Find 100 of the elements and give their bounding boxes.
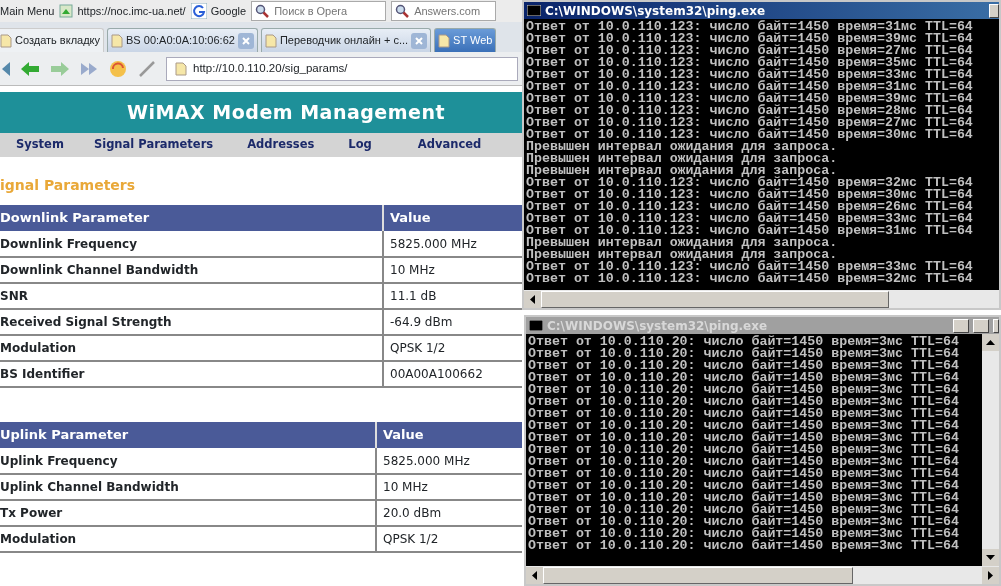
console-line: Ответ от 10.0.110.20: число байт=1450 время=3мс TTL=64 bbox=[528, 456, 960, 468]
nav-link[interactable]: Log bbox=[348, 136, 372, 154]
close-button[interactable] bbox=[993, 318, 999, 333]
window-title: C:\WINDOWS\system32\ping.exe bbox=[526, 317, 999, 334]
console-line: Ответ от 10.0.110.123: число байт=1450 время=27мс TTL=64 bbox=[526, 45, 974, 57]
nav-link[interactable]: Addresses bbox=[247, 136, 315, 154]
console-line: Превышен интервал ожидания для запроса. bbox=[526, 165, 838, 177]
console-line: Ответ от 10.0.110.20: число байт=1450 время=3мс TTL=64 bbox=[528, 348, 960, 360]
console-line: Ответ от 10.0.110.123: число байт=1450 время=32мс TTL=64 bbox=[526, 273, 974, 285]
console-line: Ответ от 10.0.110.123: число байт=1450 время=33мс TTL=64 bbox=[526, 213, 974, 225]
console-line: Ответ от 10.0.110.20: число байт=1450 время=3мс TTL=64 bbox=[528, 360, 960, 372]
console-line: Ответ от 10.0.110.20: число байт=1450 время=3мс TTL=64 bbox=[528, 432, 960, 444]
console-line: Ответ от 10.0.110.123: число байт=1450 время=35мс TTL=64 bbox=[526, 57, 974, 69]
console-line: Ответ от 10.0.110.20: число байт=1450 время=3мс TTL=64 bbox=[528, 444, 960, 456]
page-icon bbox=[175, 61, 187, 76]
fast-forward-icon[interactable] bbox=[80, 60, 98, 77]
table-cell: Uplink Channel Bandwidth bbox=[0, 474, 376, 500]
console-line: Ответ от 10.0.110.20: число байт=1450 время=3мс TTL=64 bbox=[528, 420, 960, 432]
scrollbar[interactable] bbox=[524, 290, 999, 308]
console-line: Ответ от 10.0.110.123: число байт=1450 время=31мс TTL=64 bbox=[526, 225, 974, 237]
close-icon bbox=[415, 36, 424, 45]
browser-tab[interactable]: Создать вкладку bbox=[0, 28, 105, 52]
nav-link[interactable]: System bbox=[16, 136, 64, 154]
browser-tab[interactable]: BS 00:A0:0A:10:06:62 bbox=[107, 28, 258, 52]
back-arrow-icon[interactable] bbox=[20, 60, 40, 77]
table-cell: Received Signal Strength bbox=[0, 309, 383, 335]
console-line: Ответ от 10.0.110.123: число байт=1450 время=33мс TTL=64 bbox=[526, 69, 974, 81]
console-line: Ответ от 10.0.110.20: число байт=1450 время=3мс TTL=64 bbox=[528, 336, 960, 348]
search-icon bbox=[255, 4, 270, 18]
console-line: Ответ от 10.0.110.20: число байт=1450 время=3мс TTL=64 bbox=[528, 480, 960, 492]
console-line: Превышен интервал ожидания для запроса. bbox=[526, 153, 839, 165]
console-line: Ответ от 10.0.110.123: число байт=1450 время=26мс TTL=64 bbox=[526, 201, 974, 213]
console-line: Ответ от 10.0.110.20: число байт=1450 время=3мс TTL=64 bbox=[528, 396, 960, 408]
console-line: Ответ от 10.0.110.20: число байт=1450 время=3мс TTL=64 bbox=[528, 540, 960, 552]
scrollbar[interactable] bbox=[526, 566, 999, 584]
table-cell: Uplink Frequency bbox=[0, 448, 376, 474]
console-line: Ответ от 10.0.110.20: число байт=1450 время=3мс TTL=64 bbox=[528, 408, 960, 420]
browser-tab[interactable]: ST Web bbox=[434, 28, 497, 52]
scrollbar-thumb[interactable] bbox=[543, 566, 853, 584]
console-icon bbox=[529, 320, 543, 331]
table-cell: BS Identifier bbox=[0, 361, 383, 387]
console-line: Превышен интервал ожидания для запроса. bbox=[526, 141, 838, 153]
column-header: Uplink Parameter bbox=[0, 422, 376, 448]
minimize-button[interactable] bbox=[989, 3, 999, 18]
search-field[interactable]: Поиск в Opera bbox=[251, 1, 387, 21]
console-icon bbox=[527, 5, 541, 16]
page-header: WiMAX Modem Management bbox=[0, 92, 522, 133]
console-line: Ответ от 10.0.110.123: число байт=1450 время=30мс TTL=64 bbox=[526, 129, 974, 141]
console-line: Ответ от 10.0.110.123: число байт=1450 время=30мс TTL=64 bbox=[526, 189, 974, 201]
scrollbar-thumb[interactable] bbox=[541, 290, 889, 308]
nav-link[interactable]: Signal Parameters bbox=[93, 136, 214, 154]
pen-icon[interactable] bbox=[138, 59, 156, 78]
console-line: Ответ от 10.0.110.123: число байт=1450 время=31мс TTL=64 bbox=[526, 21, 974, 33]
page-icon bbox=[111, 33, 124, 48]
minimize-button[interactable] bbox=[953, 318, 969, 333]
console-line: Ответ от 10.0.110.20: число байт=1450 время=3мс TTL=64 bbox=[528, 528, 960, 540]
page-icon bbox=[264, 33, 277, 48]
console-line: Превышен интервал ожидания для запроса. bbox=[526, 249, 838, 261]
table-cell: Modulation bbox=[0, 335, 383, 361]
browser-tab[interactable]: Переводчик онлайн + с... bbox=[260, 28, 432, 52]
search-field[interactable]: Answers.com bbox=[391, 1, 497, 21]
console-line: Ответ от 10.0.110.20: число байт=1450 время=3мс TTL=64 bbox=[528, 384, 960, 396]
console-line: Ответ от 10.0.110.123: число байт=1450 время=27мс TTL=64 bbox=[526, 117, 974, 129]
reload-icon[interactable] bbox=[108, 58, 128, 79]
address-bar[interactable]: http://10.0.110.20/sig_params/ bbox=[166, 56, 518, 81]
console-line: Ответ от 10.0.110.20: число байт=1450 время=3мс TTL=64 bbox=[528, 468, 960, 480]
console-line: Ответ от 10.0.110.123: число байт=1450 время=32мс TTL=64 bbox=[526, 177, 974, 189]
scrollbar[interactable] bbox=[982, 334, 999, 566]
console-line: Ответ от 10.0.110.123: число байт=1450 время=31мс TTL=64 bbox=[526, 81, 974, 93]
bookmark-link[interactable]: https://noc.imc-ua.net/ bbox=[59, 2, 186, 20]
table-cell: SNR bbox=[0, 283, 383, 309]
close-icon bbox=[241, 36, 250, 45]
console-line: Ответ от 10.0.110.20: число байт=1450 время=3мс TTL=64 bbox=[528, 492, 960, 504]
nav-link[interactable]: Advanced bbox=[417, 136, 482, 154]
console-line: Ответ от 10.0.110.123: число байт=1450 время=39мс TTL=64 bbox=[526, 93, 974, 105]
table-cell: Downlink Channel Bandwidth bbox=[0, 257, 383, 283]
page-icon bbox=[438, 33, 451, 48]
column-header: Value bbox=[376, 422, 522, 448]
bookmark-link[interactable]: Google bbox=[190, 2, 247, 20]
column-header: Downlink Parameter bbox=[0, 205, 383, 231]
search-icon bbox=[395, 4, 410, 18]
console-line: Ответ от 10.0.110.123: число байт=1450 время=28мс TTL=64 bbox=[526, 105, 974, 117]
console-line: Ответ от 10.0.110.20: число байт=1450 время=3мс TTL=64 bbox=[528, 504, 960, 516]
page-icon bbox=[59, 4, 74, 18]
table-cell: Modulation bbox=[0, 526, 376, 552]
column-header: Value bbox=[383, 205, 522, 231]
console-line: Превышен интервал ожидания для запроса. bbox=[526, 237, 838, 249]
window-title: C:\WINDOWS\system32\ping.exe bbox=[524, 2, 999, 19]
rewind-icon[interactable] bbox=[0, 60, 10, 77]
console-line: Ответ от 10.0.110.20: число байт=1450 время=3мс TTL=64 bbox=[528, 372, 960, 384]
table-cell: Tx Power bbox=[0, 500, 376, 526]
page-icon bbox=[0, 33, 12, 48]
maximize-button[interactable] bbox=[973, 318, 989, 333]
section-title: ignal Parameters bbox=[0, 176, 137, 195]
google-icon bbox=[190, 3, 207, 19]
menu-button[interactable]: Main Menu bbox=[0, 2, 55, 20]
console-line: Ответ от 10.0.110.123: число байт=1450 время=33мс TTL=64 bbox=[526, 261, 974, 273]
console-line: Ответ от 10.0.110.20: число байт=1450 время=3мс TTL=64 bbox=[528, 516, 960, 528]
console-line: Ответ от 10.0.110.123: число байт=1450 время=39мс TTL=64 bbox=[526, 33, 974, 45]
table-cell: Downlink Frequency bbox=[0, 231, 383, 257]
